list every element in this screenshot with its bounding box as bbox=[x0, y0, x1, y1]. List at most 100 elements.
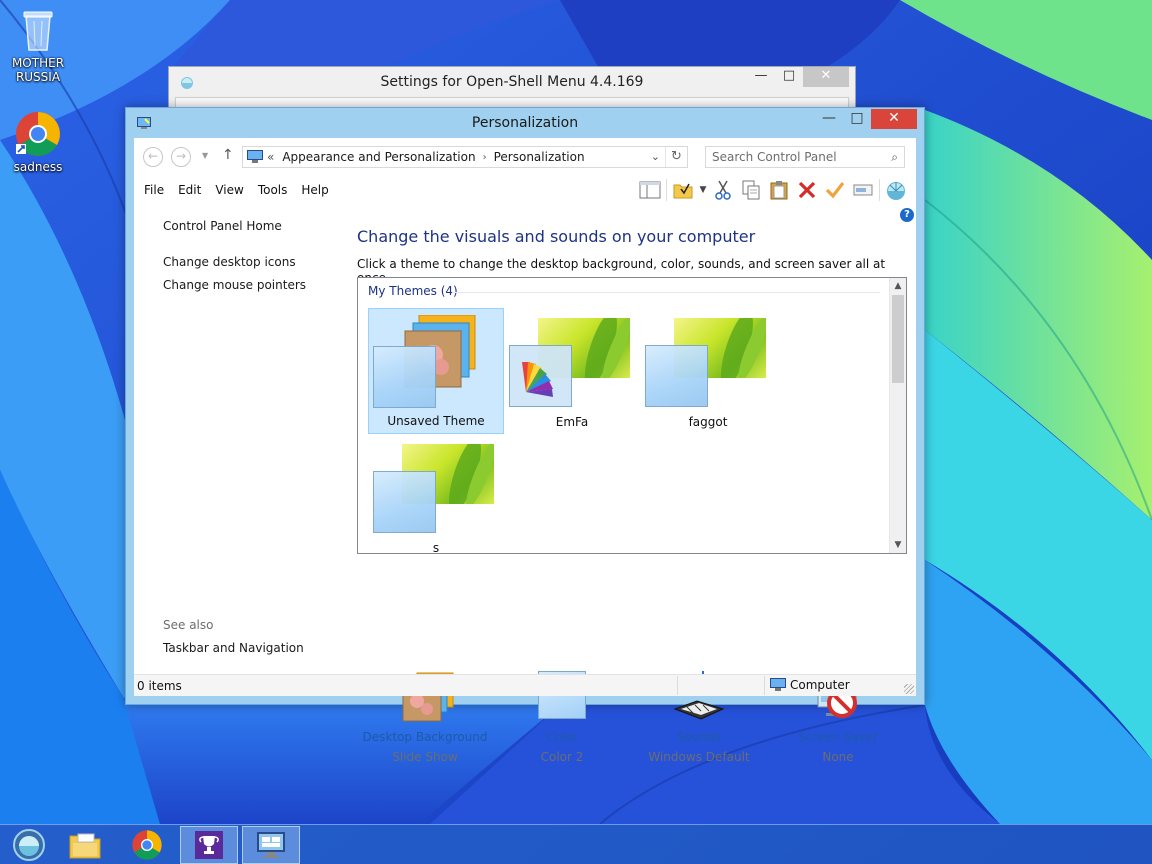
resize-grip[interactable] bbox=[904, 684, 914, 694]
taskbar-navigation-link[interactable]: Taskbar and Navigation bbox=[163, 641, 304, 655]
page-title: Change the visuals and sounds on your co… bbox=[357, 227, 756, 246]
left-navigation-pane: Control Panel Home Change desktop icons … bbox=[134, 206, 344, 674]
chevron-down-icon[interactable]: ⌄ bbox=[651, 150, 660, 163]
properties-button[interactable] bbox=[821, 177, 849, 203]
folder-options-button[interactable] bbox=[669, 177, 697, 203]
scroll-up-icon[interactable]: ▲ bbox=[890, 278, 906, 294]
close-button[interactable]: ✕ bbox=[803, 67, 849, 87]
rename-icon bbox=[853, 184, 873, 196]
option-label[interactable]: Desktop Background bbox=[355, 730, 495, 744]
chevron-down-icon[interactable]: ▼ bbox=[697, 177, 709, 203]
theme-color-swatch bbox=[373, 346, 436, 408]
breadcrumb-separator[interactable]: › bbox=[483, 152, 487, 163]
toolbar-separator bbox=[879, 179, 880, 201]
theme-list[interactable]: My Themes (4) Unsaved Theme EmFa faggot … bbox=[357, 277, 907, 555]
control-panel-icon bbox=[247, 150, 263, 163]
menu-toolbar-row: File Edit View Tools Help ▼ bbox=[134, 174, 916, 206]
option-value: Windows Default bbox=[648, 750, 750, 764]
theme-item-emfa[interactable]: EmFa bbox=[504, 308, 640, 434]
taskbar-chrome[interactable] bbox=[118, 826, 176, 864]
menu-view[interactable]: View bbox=[215, 183, 243, 197]
minimize-button[interactable]: — bbox=[815, 109, 843, 129]
computer-icon bbox=[770, 678, 786, 691]
maximize-button[interactable]: □ bbox=[843, 109, 871, 129]
minimize-button[interactable]: — bbox=[747, 67, 775, 87]
menu-edit[interactable]: Edit bbox=[178, 183, 201, 197]
personalization-window[interactable]: Personalization — □ ✕ ← → ▼ ↑ « Appearan… bbox=[125, 107, 925, 764]
menu-tools[interactable]: Tools bbox=[258, 183, 288, 197]
open-shell-icon bbox=[181, 77, 193, 89]
menu-bar: File Edit View Tools Help bbox=[144, 183, 343, 197]
option-value: None bbox=[822, 750, 854, 764]
taskbar-file-explorer[interactable] bbox=[56, 826, 114, 864]
taskbar bbox=[0, 824, 1152, 864]
option-label[interactable]: Screen Saver bbox=[768, 730, 908, 744]
status-location: Computer bbox=[770, 678, 850, 692]
close-button[interactable]: ✕ bbox=[871, 109, 917, 129]
forward-button[interactable]: → bbox=[171, 147, 191, 167]
window-client: ← → ▼ ↑ « Appearance and Personalization… bbox=[134, 138, 916, 764]
theme-color-swatch bbox=[645, 345, 708, 407]
delete-button[interactable] bbox=[793, 177, 821, 203]
cut-button[interactable] bbox=[709, 177, 737, 203]
chrome-icon bbox=[14, 110, 62, 158]
copy-button[interactable] bbox=[737, 177, 765, 203]
window-title: Personalization bbox=[471, 115, 579, 131]
option-label[interactable]: Sounds bbox=[629, 730, 769, 744]
breadcrumb-appearance[interactable]: Appearance and Personalization bbox=[282, 150, 475, 164]
menu-file[interactable]: File bbox=[144, 183, 164, 197]
desktop-icon-chrome[interactable]: sadness bbox=[0, 110, 76, 174]
theme-name: Unsaved Theme bbox=[387, 414, 485, 428]
toolbar-separator bbox=[666, 179, 667, 201]
recent-locations-dropdown[interactable]: ▼ bbox=[202, 151, 208, 160]
scroll-thumb[interactable] bbox=[892, 295, 904, 383]
option-label[interactable]: Color bbox=[492, 730, 632, 744]
chrome-icon bbox=[132, 830, 162, 860]
scroll-down-icon[interactable]: ▼ bbox=[890, 537, 906, 553]
delete-x-icon bbox=[798, 181, 816, 199]
folder-check-icon bbox=[673, 183, 693, 199]
change-desktop-icons-link[interactable]: Change desktop icons bbox=[163, 255, 296, 269]
address-overflow[interactable]: « bbox=[267, 150, 274, 164]
group-divider bbox=[452, 292, 880, 293]
refresh-button[interactable]: ↻ bbox=[665, 147, 687, 167]
help-icon[interactable]: ? bbox=[900, 208, 914, 222]
breadcrumb-personalization[interactable]: Personalization bbox=[494, 150, 585, 164]
maximize-button[interactable]: □ bbox=[775, 67, 803, 87]
toolbar: ▼ bbox=[636, 177, 910, 203]
preview-pane-icon bbox=[639, 181, 661, 199]
search-input[interactable]: Search Control Panel ⌕ bbox=[705, 146, 905, 168]
up-button[interactable]: ↑ bbox=[222, 147, 234, 163]
address-bar[interactable]: « Appearance and Personalization › Perso… bbox=[242, 146, 688, 168]
navigation-bar: ← → ▼ ↑ « Appearance and Personalization… bbox=[134, 138, 916, 174]
theme-item-unsaved[interactable]: Unsaved Theme bbox=[368, 308, 504, 434]
taskbar-control-panel[interactable] bbox=[242, 826, 300, 864]
recycle-bin-icon bbox=[14, 6, 62, 54]
vertical-scrollbar[interactable]: ▲ ▼ bbox=[889, 278, 906, 553]
search-icon[interactable]: ⌕ bbox=[891, 147, 898, 167]
desktop-icon-recycle-bin[interactable]: MOTHER RUSSIA bbox=[0, 6, 76, 84]
desktop-icon-label: MOTHER RUSSIA bbox=[11, 56, 65, 84]
trophy-icon bbox=[195, 831, 223, 859]
checkmark-icon bbox=[825, 182, 845, 199]
paste-icon bbox=[770, 181, 788, 200]
location-label: Computer bbox=[790, 678, 850, 692]
taskbar-trophy-app[interactable] bbox=[180, 826, 238, 864]
option-value: Slide Show bbox=[392, 750, 458, 764]
paste-button[interactable] bbox=[765, 177, 793, 203]
change-mouse-pointers-link[interactable]: Change mouse pointers bbox=[163, 278, 306, 292]
search-placeholder: Search Control Panel bbox=[712, 150, 837, 164]
theme-item-faggot[interactable]: faggot bbox=[640, 308, 776, 434]
theme-color-swatch bbox=[373, 471, 436, 533]
see-also-label: See also bbox=[163, 618, 214, 632]
start-button[interactable] bbox=[0, 826, 58, 864]
back-button[interactable]: ← bbox=[143, 147, 163, 167]
menu-help[interactable]: Help bbox=[301, 183, 328, 197]
preview-pane-button[interactable] bbox=[636, 177, 664, 203]
control-panel-icon bbox=[257, 832, 285, 858]
open-shell-button[interactable] bbox=[882, 177, 910, 203]
theme-item-s[interactable]: s bbox=[368, 438, 504, 555]
rename-button[interactable] bbox=[849, 177, 877, 203]
theme-group-header[interactable]: My Themes (4) bbox=[368, 284, 458, 298]
control-panel-home-link[interactable]: Control Panel Home bbox=[163, 219, 282, 233]
